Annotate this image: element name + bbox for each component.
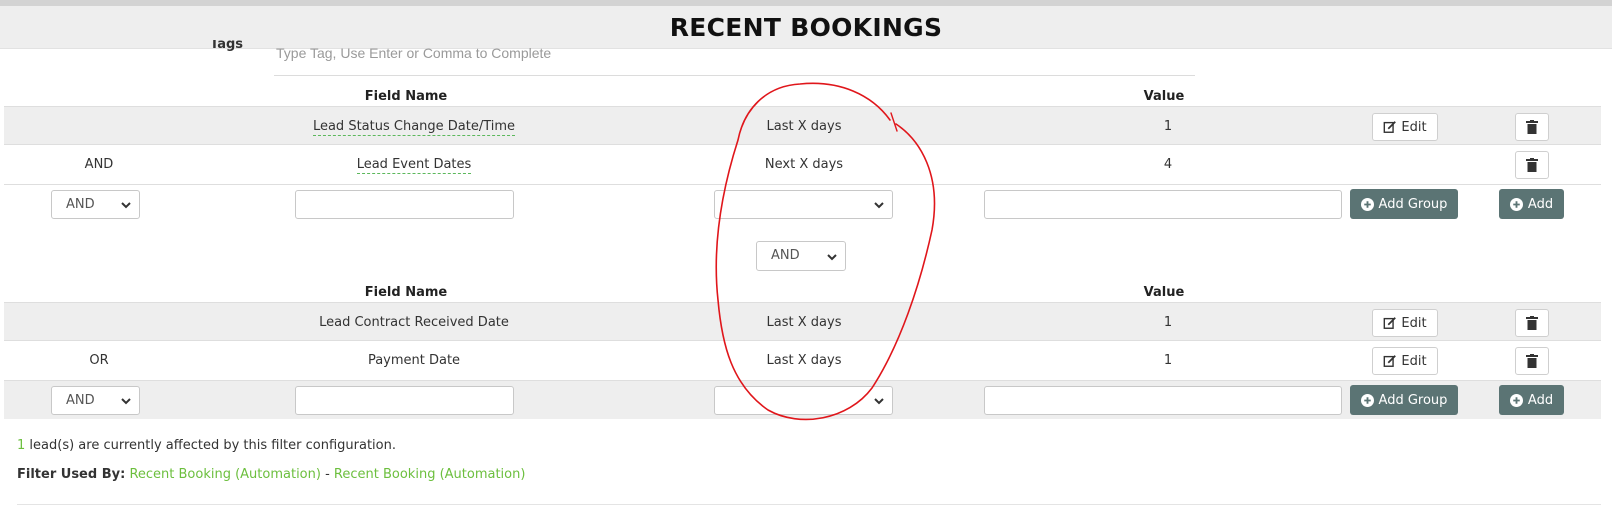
edit-icon (1384, 121, 1397, 133)
new-filter-row: AND Add Group Add (4, 184, 1601, 223)
edit-button[interactable]: Edit (1372, 347, 1438, 375)
edit-button[interactable]: Edit (1372, 309, 1438, 337)
operator-select[interactable] (714, 190, 893, 219)
connector-select[interactable]: AND (51, 386, 140, 415)
affected-leads-text: 1 lead(s) are currently affected by this… (17, 438, 396, 453)
delete-button[interactable] (1515, 347, 1549, 375)
value: 1 (1163, 315, 1173, 330)
chevron-down-icon (121, 398, 131, 405)
used-by-link[interactable]: Recent Booking (Automation) (334, 467, 526, 482)
column-header-value: Value (1143, 285, 1185, 300)
connector: OR (89, 353, 109, 368)
operator: Last X days (766, 119, 842, 134)
divider (17, 504, 1601, 505)
edit-icon (1384, 355, 1397, 367)
add-button[interactable]: Add (1499, 189, 1564, 219)
chevron-down-icon (121, 202, 131, 209)
value: 1 (1163, 353, 1173, 368)
delete-button[interactable] (1515, 309, 1549, 337)
field-name: Payment Date (367, 353, 461, 368)
edit-button[interactable]: Edit (1372, 113, 1438, 141)
value-input[interactable] (984, 386, 1342, 415)
column-header-field-name: Field Name (364, 285, 448, 300)
field-name: Lead Contract Received Date (319, 315, 509, 330)
plus-circle-icon (1509, 393, 1523, 407)
add-group-button[interactable]: Add Group (1350, 189, 1458, 219)
column-header-value: Value (1143, 89, 1185, 104)
filter-row: AND Lead Event Dates Next X days 4 (4, 145, 1601, 184)
tags-input[interactable]: Type Tag, Use Enter or Comma to Complete (276, 45, 551, 61)
add-group-button[interactable]: Add Group (1350, 385, 1458, 415)
field-name-input[interactable] (295, 386, 514, 415)
operator: Last X days (766, 315, 842, 330)
field-name-input[interactable] (295, 190, 514, 219)
filter-row: OR Payment Date Last X days 1 Edit (4, 341, 1601, 380)
connector: AND (84, 157, 114, 172)
chevron-down-icon (874, 398, 884, 405)
trash-icon (1526, 316, 1538, 330)
tags-underline (274, 75, 1195, 76)
column-header-field-name: Field Name (364, 89, 448, 104)
chevron-down-icon (874, 202, 884, 209)
plus-circle-icon (1360, 393, 1374, 407)
value-input[interactable] (984, 190, 1342, 219)
operator: Last X days (766, 353, 842, 368)
connector-select[interactable]: AND (51, 190, 140, 219)
delete-button[interactable] (1515, 151, 1549, 179)
edit-icon (1384, 317, 1397, 329)
field-name: Lead Event Dates (356, 157, 472, 174)
group-connector-select[interactable]: AND (756, 241, 846, 271)
plus-circle-icon (1509, 197, 1523, 211)
filter-row: Lead Contract Received Date Last X days … (4, 302, 1601, 341)
plus-circle-icon (1360, 197, 1374, 211)
used-by-link[interactable]: Recent Booking (Automation) (129, 467, 321, 482)
field-name: Lead Status Change Date/Time (312, 119, 516, 136)
trash-icon (1526, 158, 1538, 172)
value: 4 (1163, 157, 1173, 172)
add-button[interactable]: Add (1499, 385, 1564, 415)
trash-icon (1526, 120, 1538, 134)
operator: Next X days (764, 157, 844, 172)
value: 1 (1163, 119, 1173, 134)
operator-select[interactable] (714, 386, 893, 415)
filter-used-by: Filter Used By: Recent Booking (Automati… (17, 467, 526, 482)
new-filter-row: AND Add Group Add (4, 380, 1601, 419)
chevron-down-icon (827, 254, 837, 261)
used-by-label: Filter Used By: (17, 467, 126, 482)
filter-row: Lead Status Change Date/Time Last X days… (4, 106, 1601, 145)
tags-label: Tags (210, 40, 244, 52)
trash-icon (1526, 354, 1538, 368)
delete-button[interactable] (1515, 113, 1549, 141)
